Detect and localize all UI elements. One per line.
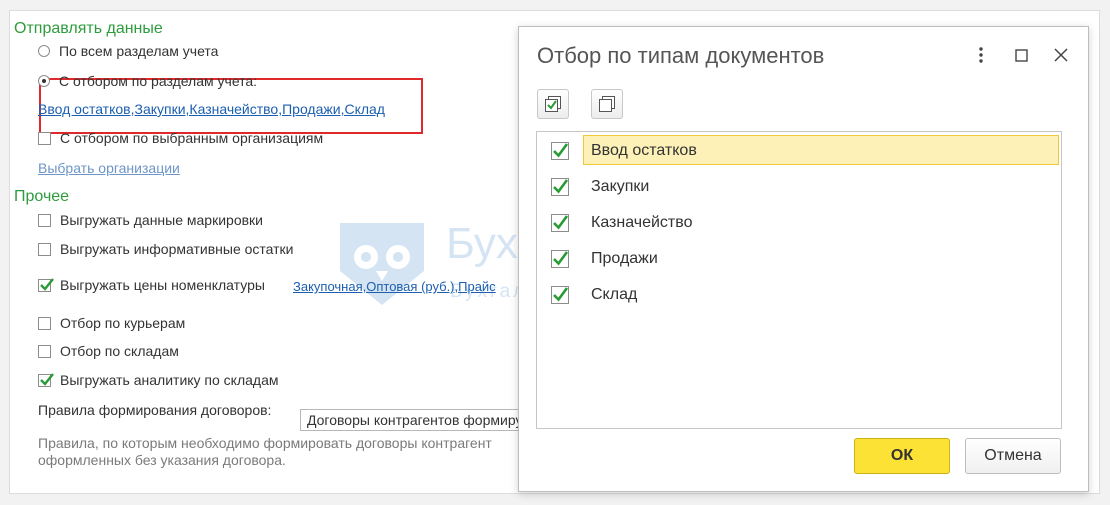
checkbox-label: Выгружать информативные остатки [60, 241, 294, 257]
checkbox-checked-icon[interactable] [551, 250, 569, 268]
radio-label: С отбором по разделам учета: [59, 73, 258, 89]
section-title-other: Прочее [14, 188, 70, 205]
radio-label: По всем разделам учета [59, 43, 219, 59]
checkbox-label: Отбор по складам [60, 343, 179, 359]
hint-line-2: оформленных без указания договора. [38, 452, 286, 468]
checkbox-checked-icon[interactable] [551, 142, 569, 160]
list-item[interactable]: Склад [537, 278, 1061, 312]
checkbox-prices[interactable]: Выгружать цены номенклатуры [38, 277, 265, 293]
checkbox-analytics[interactable]: Выгружать аналитику по складам [38, 372, 279, 388]
contracts-rule-select[interactable]: Договоры контрагентов формирую [300, 409, 540, 431]
uncheck-all-icon [599, 96, 615, 112]
select-orgs-link[interactable]: Выбрать организации [38, 160, 180, 176]
checkbox[interactable] [38, 131, 51, 145]
checkbox-label: Выгружать аналитику по складам [60, 372, 279, 388]
list-item[interactable]: Ввод остатков [537, 134, 1061, 168]
ok-button[interactable]: ОК [854, 438, 950, 474]
list-item[interactable]: Продажи [537, 242, 1061, 276]
close-icon[interactable] [1049, 41, 1073, 69]
checkbox-filter-orgs[interactable]: С отбором по выбранным организациям [38, 130, 323, 146]
checkbox-checked-icon[interactable] [551, 286, 569, 304]
radio-filter-sections[interactable]: С отбором по разделам учета: [38, 73, 257, 89]
checkmark-icon [40, 277, 54, 291]
checkbox-checked-icon[interactable] [551, 214, 569, 232]
section-title-send: Отправлять данные [14, 20, 163, 37]
contracts-label: Правила формирования договоров: [38, 402, 272, 418]
owl-logo-icon [340, 223, 424, 305]
checkbox-warehouses[interactable]: Отбор по складам [38, 343, 179, 359]
list-item-label: Казначейство [591, 214, 693, 231]
list-item-label: Продажи [591, 250, 658, 267]
checkbox-checked[interactable] [38, 372, 54, 387]
list-item[interactable]: Казначейство [537, 206, 1061, 240]
checkbox-checked[interactable] [38, 277, 54, 292]
checkbox[interactable] [38, 316, 51, 330]
checkbox-label: Выгружать данные маркировки [60, 212, 263, 228]
checkmark-icon [40, 372, 54, 386]
checkbox-couriers[interactable]: Отбор по курьерам [38, 315, 185, 331]
checkbox-label: Выгружать цены номенклатуры [60, 277, 265, 293]
checkbox-label: С отбором по выбранным организациям [60, 130, 324, 146]
checkbox-info-balances[interactable]: Выгружать информативные остатки [38, 241, 294, 257]
checkbox[interactable] [38, 242, 51, 256]
sections-filter-link[interactable]: Ввод остатков,Закупки,Казначейство,Прода… [38, 101, 385, 117]
checkbox-marking[interactable]: Выгружать данные маркировки [38, 212, 263, 228]
check-all-button[interactable] [537, 89, 569, 119]
hint-line-1: Правила, по которым необходимо формирова… [38, 435, 492, 451]
list-item-label: Ввод остатков [591, 142, 697, 159]
checkbox-label: Отбор по курьерам [60, 315, 186, 331]
checkbox-checked-icon[interactable] [551, 178, 569, 196]
document-types-dialog: Отбор по типам документов Ввод остатков … [518, 26, 1089, 492]
radio-all-sections[interactable]: По всем разделам учета [38, 43, 218, 59]
checkbox[interactable] [38, 213, 51, 227]
list-item-label: Закупки [591, 178, 650, 195]
maximize-icon[interactable] [1009, 41, 1033, 69]
uncheck-all-button[interactable] [591, 89, 623, 119]
list-item-label: Склад [591, 286, 638, 303]
price-types-link[interactable]: Закупочная,Оптовая (руб.),Прайс [293, 279, 496, 294]
more-icon[interactable] [969, 41, 993, 69]
document-types-list: Ввод остатков Закупки Казначейство Прода… [536, 131, 1062, 429]
radio-button[interactable] [38, 45, 50, 57]
radio-button-selected[interactable] [38, 75, 50, 87]
checkbox[interactable] [38, 344, 51, 358]
check-all-icon [545, 96, 561, 112]
dialog-title: Отбор по типам документов [537, 43, 825, 68]
list-item[interactable]: Закупки [537, 170, 1061, 204]
cancel-button[interactable]: Отмена [965, 438, 1061, 474]
